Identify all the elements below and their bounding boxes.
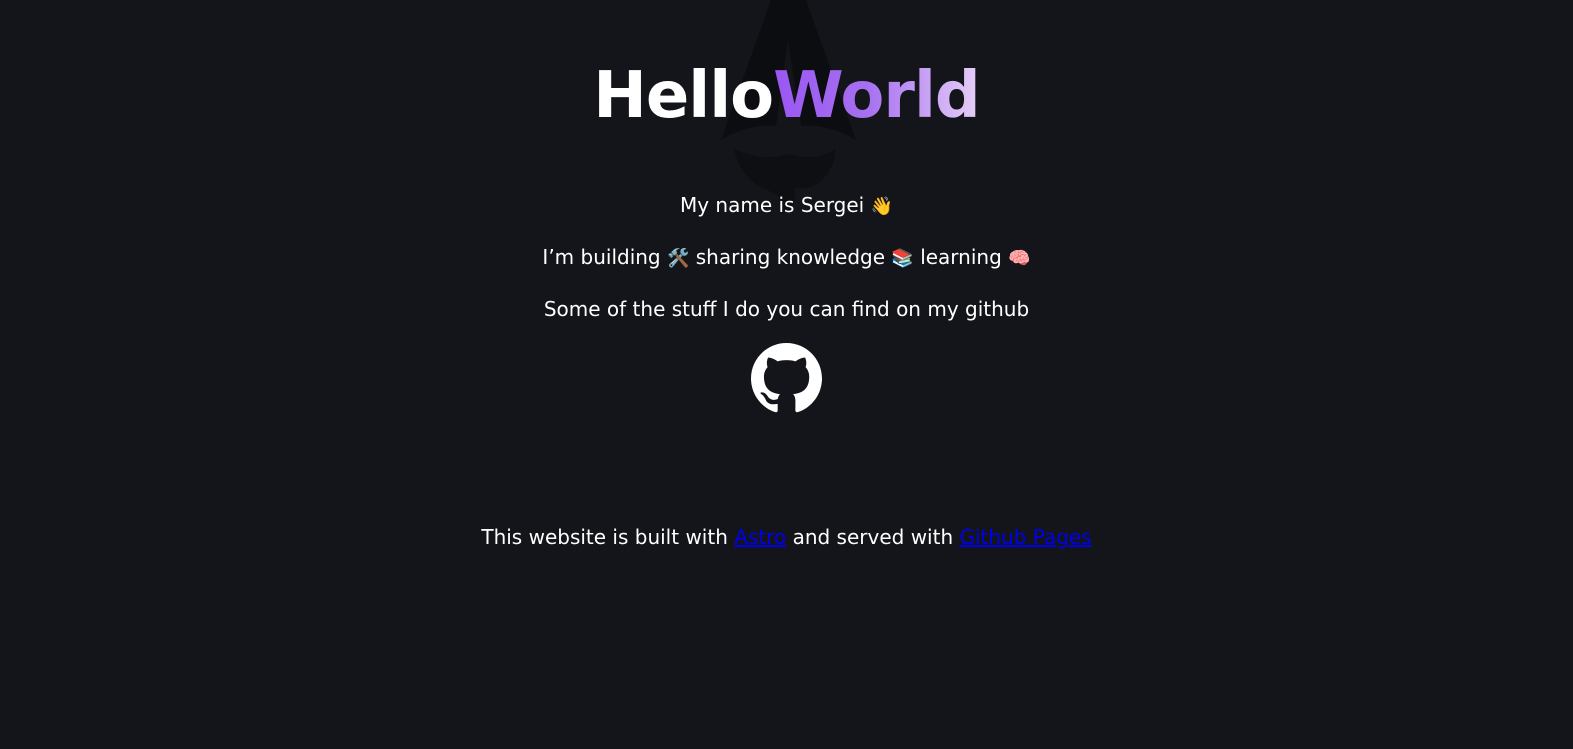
sharing-text: sharing knowledge (695, 245, 886, 269)
github-line: Some of the stuff I do you can find on m… (543, 297, 1030, 321)
name-line: My name is Sergei 👋 (0, 191, 1573, 221)
footer-middle: and served with (792, 525, 954, 549)
footer-line: This website is built with Astro and ser… (0, 523, 1573, 551)
wave-icon: 👋 (870, 196, 894, 217)
github-pages-link[interactable]: Github Pages (959, 525, 1091, 549)
title-hello: Hello (593, 59, 774, 133)
brain-icon: 🧠 (1008, 248, 1031, 269)
building-text: I’m building (542, 245, 661, 269)
learning-text: learning (920, 245, 1002, 269)
tools-icon: 🛠️ (666, 248, 690, 269)
page: HelloWorld My name is Sergei 👋 I’m build… (0, 0, 1573, 749)
activities-line: I’m building 🛠️ sharing knowledge 📚 lear… (0, 243, 1573, 273)
github-link[interactable] (751, 343, 822, 414)
books-icon: 📚 (891, 248, 914, 269)
astro-link[interactable]: Astro (734, 525, 786, 549)
name-text: My name is Sergei (679, 193, 865, 217)
title-world: World (773, 59, 981, 133)
github-icon (751, 343, 822, 413)
footer-prefix: This website is built with (481, 525, 728, 549)
page-title: HelloWorld (0, 58, 1573, 134)
